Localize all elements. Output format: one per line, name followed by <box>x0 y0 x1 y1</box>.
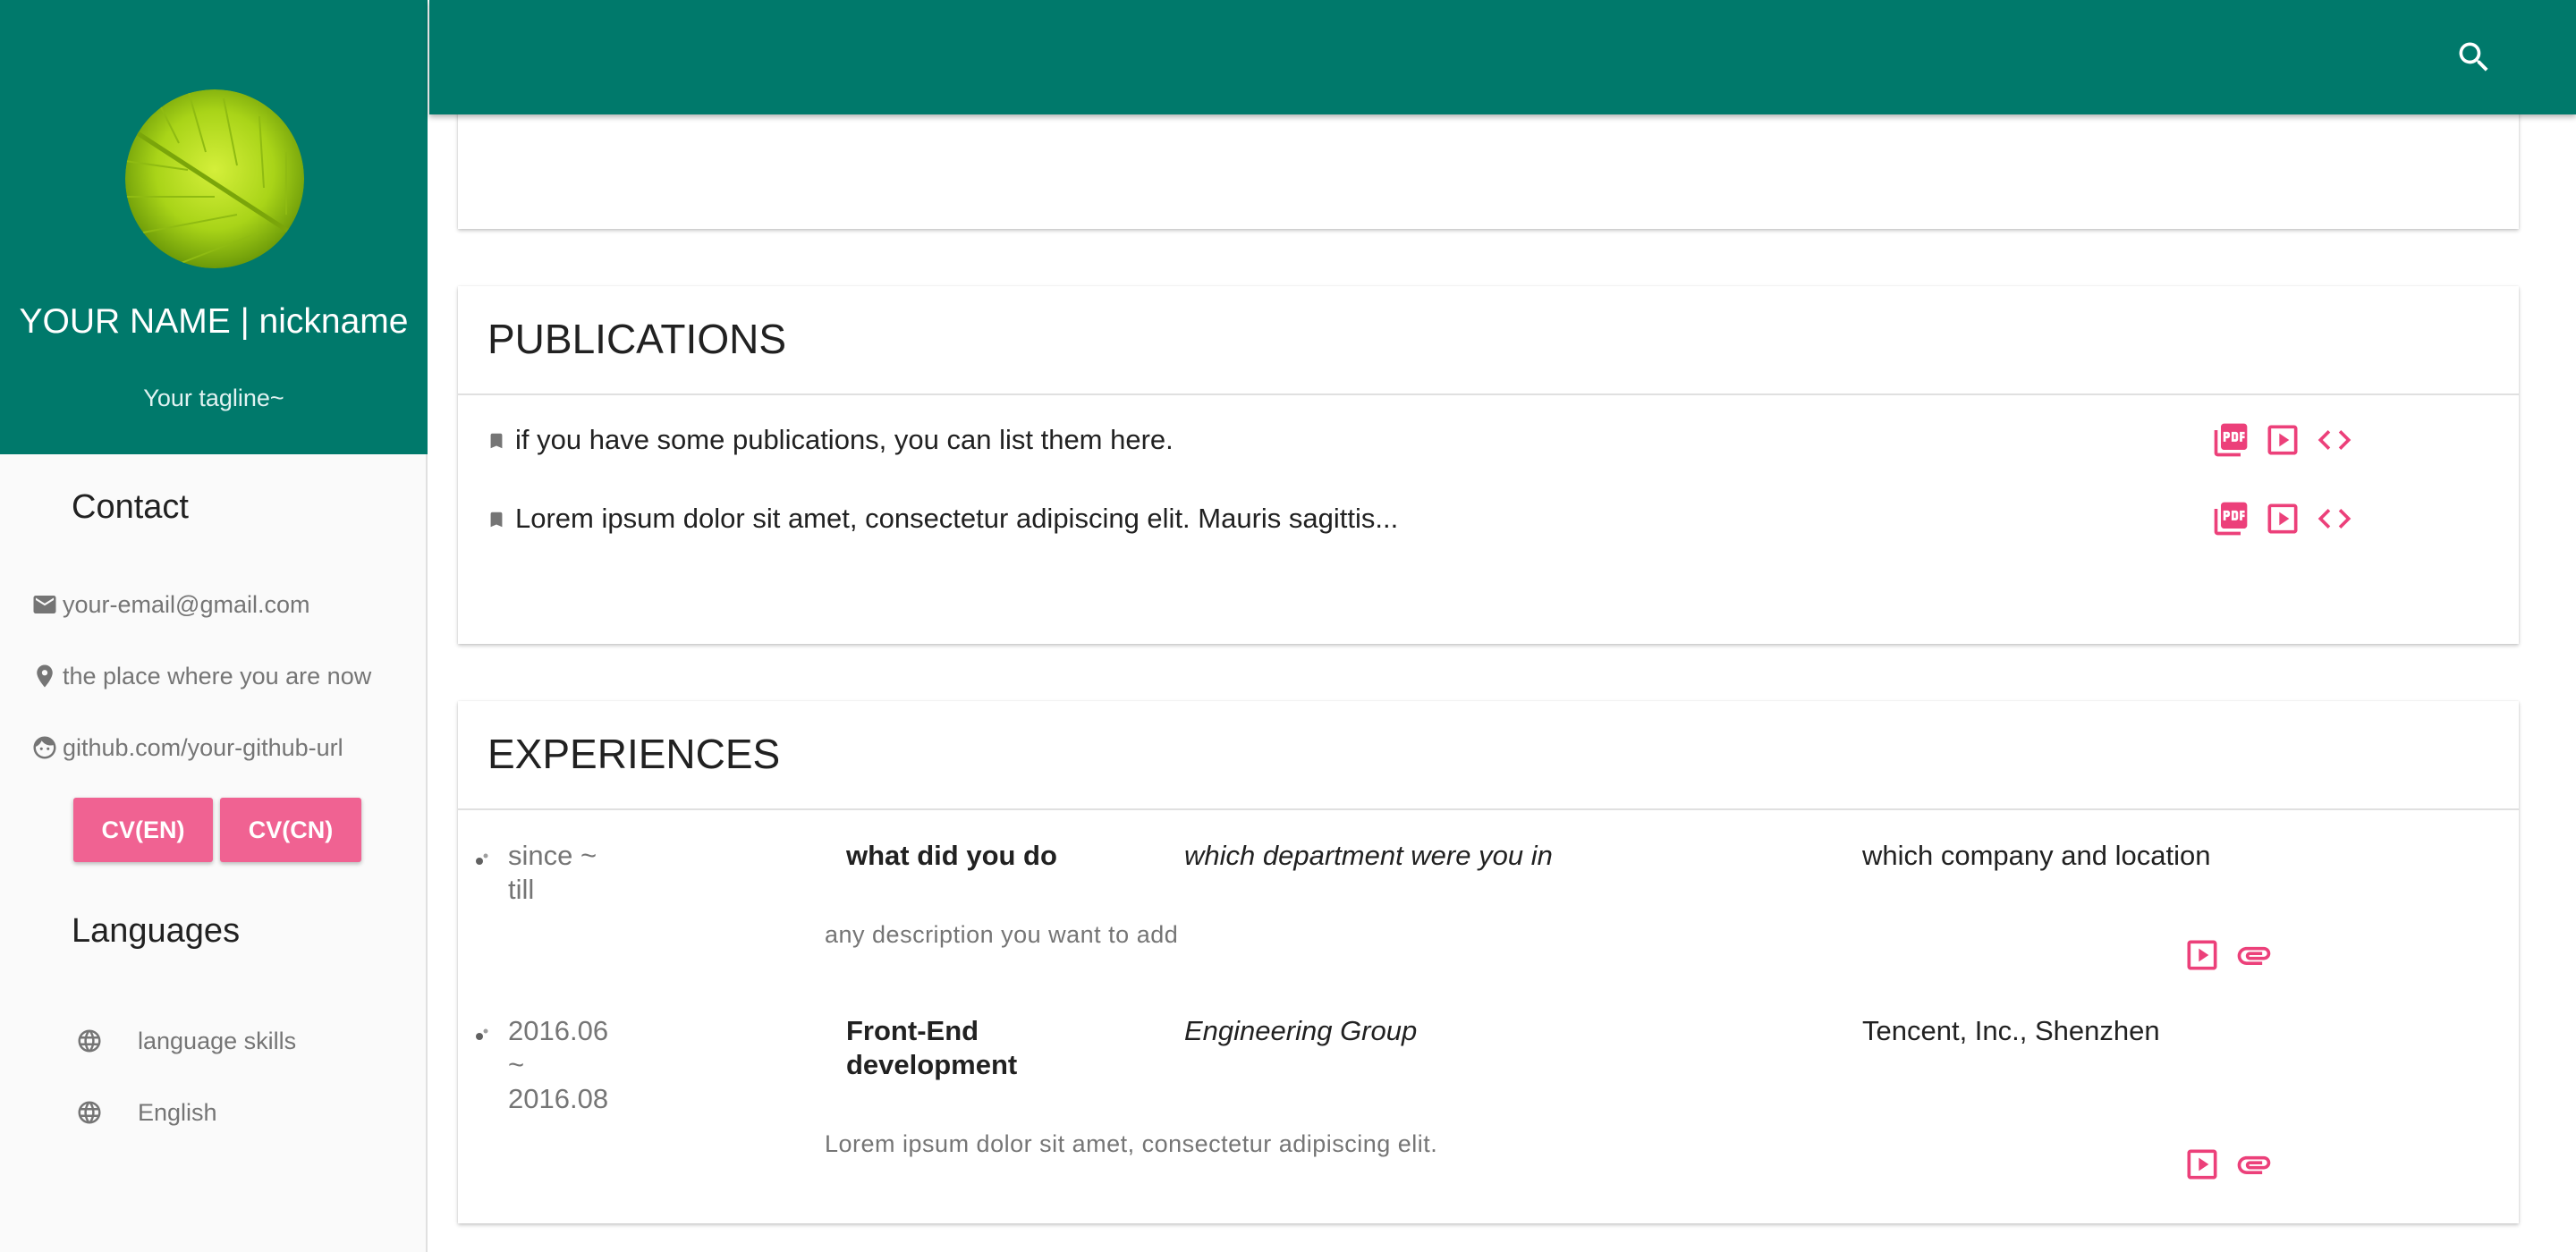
profile-header: YOUR NAME | nickname Your tagline~ <box>0 0 428 454</box>
timeline-dot-icon <box>472 1025 492 1049</box>
experience-date: 2016.06 ~ 2016.08 <box>508 1015 609 1114</box>
pdf-icon[interactable] <box>2211 499 2250 538</box>
experience-role: what did you do <box>846 840 1057 871</box>
location-pin-icon <box>27 658 63 694</box>
experience-actions <box>2182 935 2274 975</box>
code-icon[interactable] <box>2315 499 2354 538</box>
globe-icon <box>72 1023 107 1059</box>
publication-item: if you have some publications, you can l… <box>487 420 2454 463</box>
contact-email[interactable]: your-email@gmail.com <box>27 587 309 622</box>
top-app-bar <box>429 0 2576 114</box>
profile-tagline: Your tagline~ <box>143 385 284 411</box>
video-icon[interactable] <box>2182 1145 2222 1184</box>
experience-department: which department were you in <box>1184 840 1553 871</box>
publications-card: PUBLICATIONS if you have some publicatio… <box>458 286 2519 644</box>
email-icon <box>27 587 63 622</box>
publication-item: Lorem ipsum dolor sit amet, consectetur … <box>487 499 2454 542</box>
experience-date: since ~ till <box>508 840 597 905</box>
face-icon <box>27 730 63 766</box>
language-item-label: language skills <box>138 1027 297 1054</box>
language-item-label: English <box>138 1098 217 1126</box>
experience-description: any description you want to add <box>825 921 1179 948</box>
attachment-icon[interactable] <box>2234 1145 2274 1184</box>
experience-department: Engineering Group <box>1184 1015 1418 1046</box>
profile-name: YOUR NAME | nickname <box>19 302 409 341</box>
experience-description: Lorem ipsum dolor sit amet, consectetur … <box>825 1130 1438 1157</box>
contact-github-text: github.com/your-github-url <box>63 733 343 761</box>
bookmark-icon <box>487 429 506 457</box>
publication-text: if you have some publications, you can l… <box>515 424 1174 455</box>
timeline-dot-icon <box>472 850 492 874</box>
divider <box>458 393 2519 395</box>
divider <box>458 808 2519 810</box>
search-icon[interactable] <box>2451 34 2497 80</box>
experiences-card: EXPERIENCES since ~ till what did you do… <box>458 701 2519 1223</box>
contact-email-text: your-email@gmail.com <box>63 590 310 618</box>
globe-icon <box>72 1095 107 1130</box>
avatar <box>125 89 304 268</box>
attachment-icon[interactable] <box>2234 935 2274 975</box>
contact-heading: Contact <box>72 488 189 526</box>
video-icon[interactable] <box>2182 935 2222 975</box>
experience-actions <box>2182 1145 2274 1184</box>
experience-company: which company and location <box>1862 840 2211 871</box>
contact-github[interactable]: github.com/your-github-url <box>27 730 343 766</box>
video-icon[interactable] <box>2263 420 2302 460</box>
experience-company: Tencent, Inc., Shenzhen <box>1862 1015 2160 1046</box>
publications-heading: PUBLICATIONS <box>487 316 786 362</box>
experiences-heading: EXPERIENCES <box>487 731 781 777</box>
bookmark-icon <box>487 508 506 536</box>
publication-actions <box>2211 499 2354 538</box>
publication-actions <box>2211 420 2354 460</box>
cv-cn-button[interactable]: CV(CN) <box>220 798 361 862</box>
sidebar: YOUR NAME | nickname Your tagline~ Conta… <box>0 0 428 1252</box>
language-item: language skills <box>72 1023 296 1059</box>
publication-text: Lorem ipsum dolor sit amet, consectetur … <box>515 503 1399 534</box>
code-icon[interactable] <box>2315 420 2354 460</box>
video-icon[interactable] <box>2263 499 2302 538</box>
contact-location-text: the place where you are now <box>63 662 372 689</box>
cv-en-button[interactable]: CV(EN) <box>73 798 213 862</box>
experience-role: Front-End development <box>846 1015 1018 1080</box>
languages-heading: Languages <box>72 912 241 950</box>
language-item: English <box>72 1095 217 1130</box>
contact-location: the place where you are now <box>27 658 371 694</box>
pdf-icon[interactable] <box>2211 420 2250 460</box>
